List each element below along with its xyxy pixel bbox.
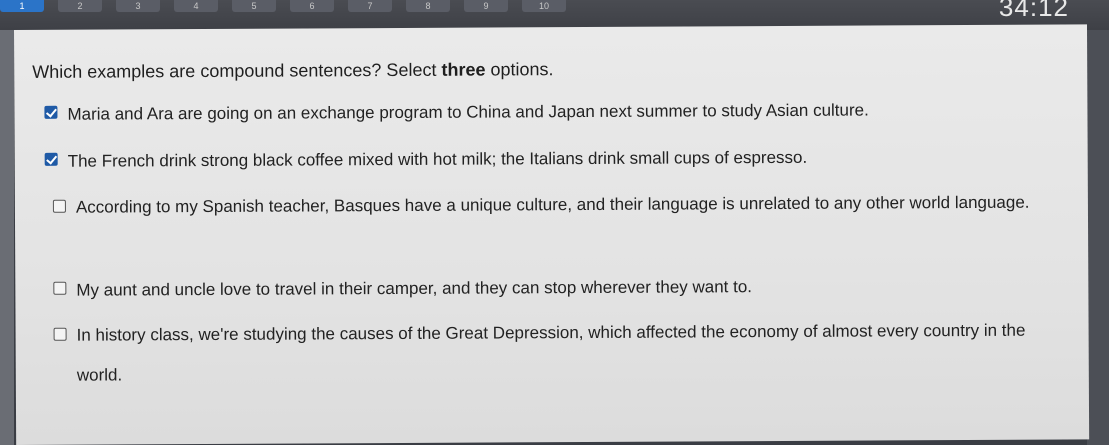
question-nav-7[interactable]: 7	[348, 0, 392, 12]
question-suffix: options.	[485, 59, 554, 80]
question-nav-6[interactable]: 6	[290, 0, 334, 12]
question-nav-8[interactable]: 8	[406, 0, 450, 12]
option-3[interactable]: According to my Spanish teacher, Basques…	[52, 190, 1073, 227]
question-navigator: 1 2 3 4 5 6 7 8 9 10	[0, 0, 580, 12]
question-nav-2[interactable]: 2	[58, 0, 102, 12]
question-prefix: Which examples are compound sentences? S…	[32, 59, 442, 82]
question-nav-5[interactable]: 5	[232, 0, 276, 12]
option-4[interactable]: My aunt and uncle love to travel in thei…	[53, 274, 752, 303]
option-4-label: My aunt and uncle love to travel in thei…	[76, 277, 753, 300]
option-1[interactable]: Maria and Ara are going on an exchange p…	[44, 98, 869, 127]
option-5[interactable]: In history class, we're studying the cau…	[53, 319, 1054, 396]
right-edge	[1087, 30, 1109, 445]
option-1-checkbox[interactable]	[44, 105, 58, 119]
option-2-label: The French drink strong black coffee mix…	[67, 147, 808, 171]
question-nav-9[interactable]: 9	[464, 0, 508, 12]
question-nav-3[interactable]: 3	[116, 0, 160, 12]
option-1-label: Maria and Ara are going on an exchange p…	[67, 100, 869, 124]
option-2-checkbox[interactable]	[44, 152, 58, 166]
option-2[interactable]: The French drink strong black coffee mix…	[44, 145, 808, 174]
option-5-checkbox[interactable]	[53, 327, 67, 341]
answer-options: Maria and Ara are going on an exchange p…	[44, 96, 1074, 385]
question-text: Which examples are compound sentences? S…	[32, 59, 553, 83]
timer: 34:12	[998, 0, 1069, 22]
question-nav-1[interactable]: 1	[0, 0, 44, 12]
option-4-checkbox[interactable]	[53, 281, 67, 295]
question-emphasis: three	[441, 59, 486, 80]
question-nav-10[interactable]: 10	[522, 0, 566, 12]
option-5-label: In history class, we're studying the cau…	[76, 320, 1026, 385]
left-edge	[0, 30, 14, 445]
option-3-checkbox[interactable]	[52, 199, 66, 213]
option-3-label: According to my Spanish teacher, Basques…	[75, 192, 1030, 217]
question-card: Which examples are compound sentences? S…	[14, 24, 1090, 445]
question-nav-4[interactable]: 4	[174, 0, 218, 12]
